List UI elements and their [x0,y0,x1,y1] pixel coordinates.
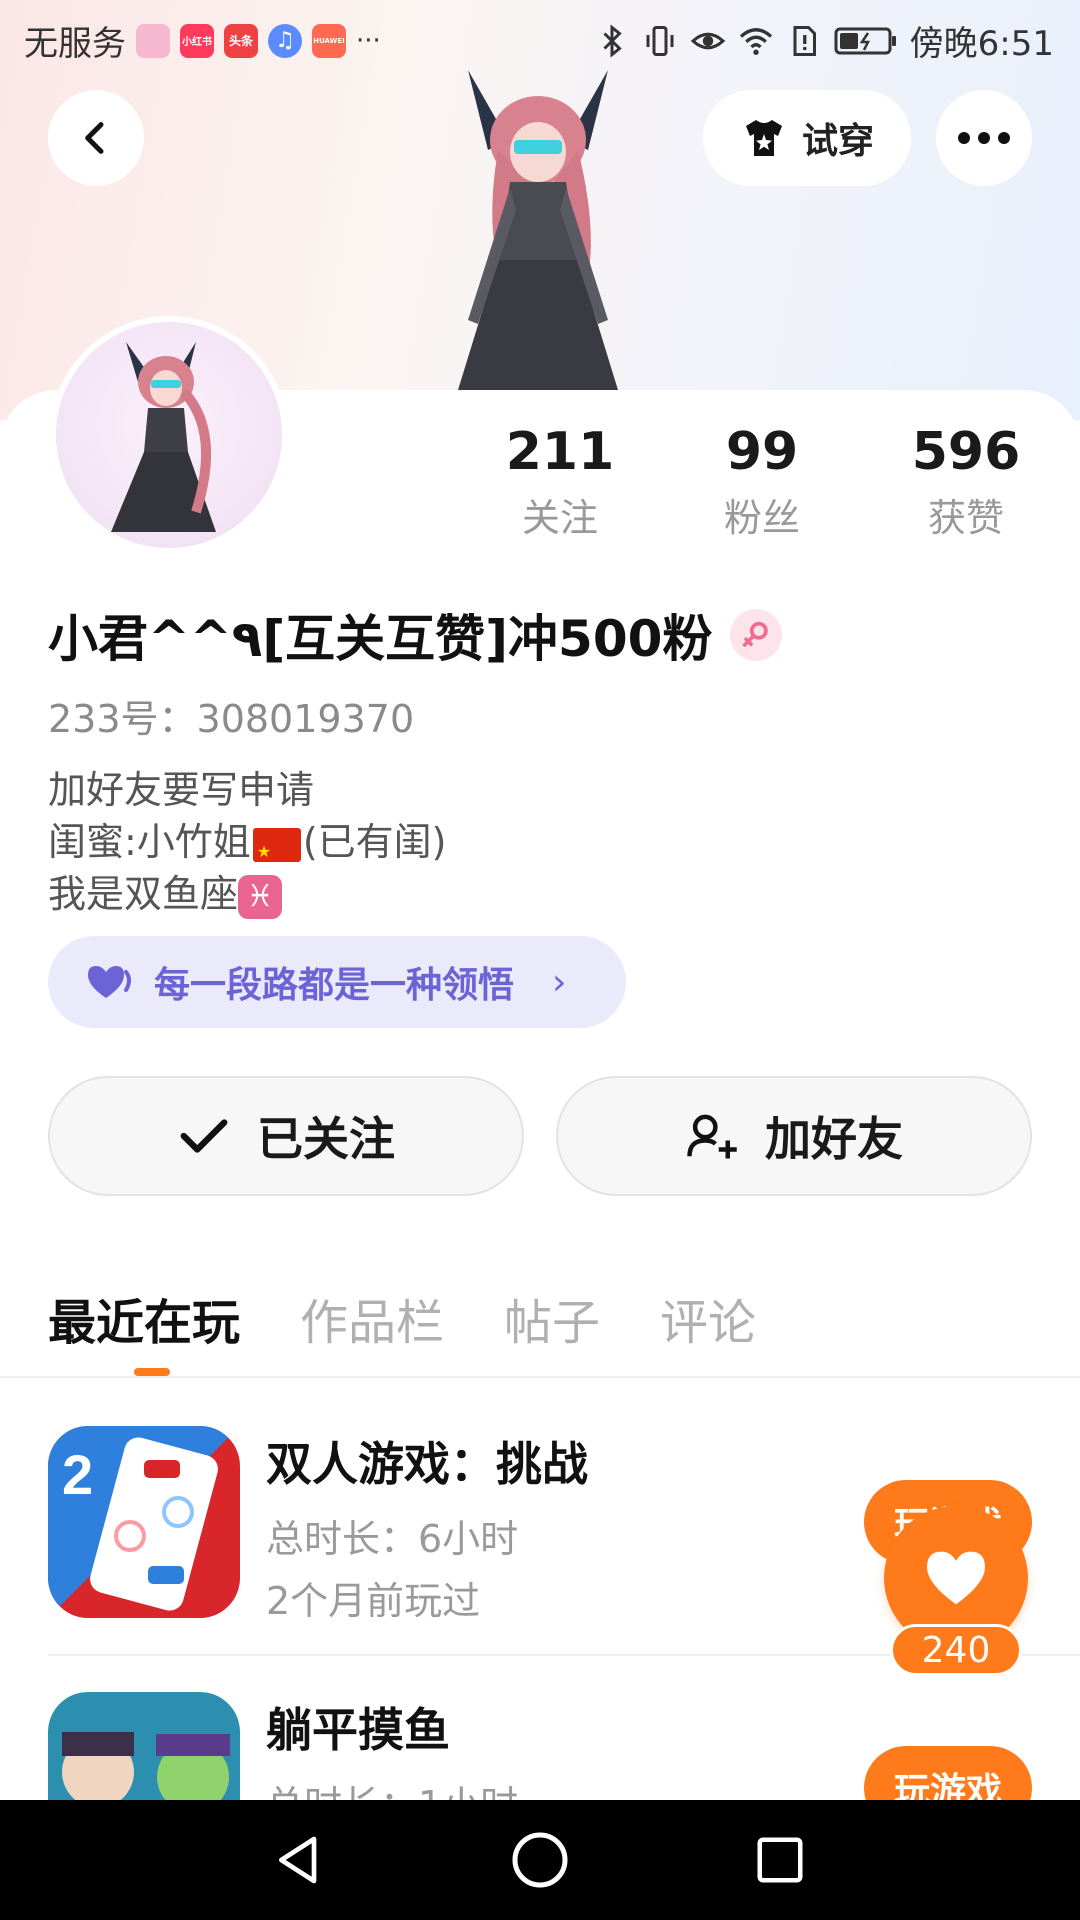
svg-text:2: 2 [62,1443,93,1506]
xiaohongshu-icon: 小红书 [180,23,214,58]
nav-recents-button[interactable] [740,1820,820,1900]
sim-alert-icon [793,25,816,56]
followed-button[interactable]: 已关注 [48,1076,524,1196]
bio-line-2-text: 闺蜜:小竹姐 [48,820,251,864]
two-player-game-icon: 2 [48,1426,240,1618]
notification-app-icon [136,23,170,58]
carrier-text: 无服务 [24,24,126,64]
stat-following[interactable]: 211 关注 [470,420,650,548]
chevron-right-icon: › [552,961,567,1003]
tab-works[interactable]: 作品栏 [300,1283,444,1353]
square-recents-icon [757,1837,803,1883]
circle-home-icon [512,1832,568,1888]
nickname-row: 小君^^٩[互关互赞]冲500粉 [48,600,783,670]
stats-row: 211 关注 99 粉丝 596 获赞 [470,420,1050,550]
avatar[interactable] [50,316,288,554]
triangle-back-icon [279,1836,317,1884]
likes-received-count: 596 [911,422,1021,482]
stat-followers[interactable]: 99 粉丝 [672,420,852,548]
bluetooth-icon [603,23,622,58]
followers-label: 粉丝 [723,496,800,540]
bio-line-3: 我是双鱼座 ♓ [48,868,446,920]
pisces-icon: ♓ [238,874,283,919]
likes-received-label: 获赞 [927,496,1004,540]
add-friend-button[interactable]: 加好友 [556,1076,1032,1196]
game-last-played: 2个月前玩过 [266,1579,481,1623]
profile-page: 无服务 小红书 头条 ♫ HUAWEI ··· 傍晚6:51 试穿 211 关注… [0,0,1080,1920]
game-title: 双人游戏：挑战 [266,1437,588,1491]
female-icon [743,621,769,647]
bio-line-2: 闺蜜:小竹姐 (已有闺) [48,816,447,878]
bio-line-2-suffix: (已有闺) [302,820,447,864]
user-id: 233号：308019370 [48,697,415,741]
music-icon: ♫ [268,23,302,58]
like-count-badge: 240 [890,1624,1022,1676]
game-title: 躺平摸鱼 [266,1703,450,1757]
profile-tabs: 最近在玩 作品栏 帖子 评论 [48,1278,816,1358]
game-list-item[interactable]: 2 双人游戏：挑战 总时长：6小时 2个月前玩过 玩游戏 [48,1426,1032,1623]
bio-line-3-text: 我是双鱼座 [48,872,239,916]
status-bar: 无服务 小红书 头条 ♫ HUAWEI ··· 傍晚6:51 [0,0,1080,76]
vibrate-icon [646,25,674,56]
heart-icon [927,1551,985,1605]
system-nav-bar [0,1800,1080,1920]
nav-home-button[interactable] [500,1820,580,1900]
female-gender-badge [730,609,783,661]
try-on-label: 试穿 [801,121,874,162]
active-tab-indicator [134,1368,170,1376]
followed-label: 已关注 [257,1112,395,1166]
following-count: 211 [505,422,615,482]
chevron-left-icon [85,122,104,154]
more-options-button[interactable] [936,90,1032,186]
eye-comfort-icon [690,32,725,49]
back-button[interactable] [48,90,144,186]
bio-line-1: 加好友要写申请 [48,768,315,812]
add-friend-label: 加好友 [765,1112,903,1166]
motto-text: 每一段路都是一种领悟 [154,965,515,1006]
more-notifications-icon: ··· [356,25,381,56]
clock-text: 傍晚6:51 [909,24,1054,64]
status-left: 无服务 小红书 头条 ♫ HUAWEI ··· [24,16,381,65]
wifi-icon [739,27,772,55]
china-flag-icon [252,826,301,878]
tab-recently-played[interactable]: 最近在玩 [48,1283,240,1353]
huawei-icon: HUAWEI [312,23,346,58]
stat-likes[interactable]: 596 获赞 [876,420,1056,548]
nickname: 小君^^٩[互关互赞]冲500粉 [48,610,713,668]
tab-comments[interactable]: 评论 [660,1283,756,1353]
nav-back-button[interactable] [260,1820,340,1900]
heart-icon [88,966,131,998]
toutiao-icon: 头条 [224,23,258,58]
game-icon-two-player: 2 [48,1426,240,1618]
tshirt-icon [745,120,782,156]
status-right: 傍晚6:51 [594,16,1054,65]
avatar-character-image [458,70,618,390]
battery-icon [834,27,896,54]
tabs-divider [0,1376,1080,1378]
following-label: 关注 [521,496,598,540]
avatar-image [111,342,216,532]
game-duration: 总时长：6小时 [266,1517,519,1561]
try-on-button[interactable]: 试穿 [703,90,911,186]
bio: 加好友要写申请 闺蜜:小竹姐 (已有闺) 我是双鱼座♓ [48,764,446,920]
more-dots-icon [958,132,1010,144]
checkmark-icon [180,1119,228,1153]
motto-tag[interactable]: 每一段路都是一种领悟 › [48,936,626,1028]
followers-count: 99 [725,422,799,482]
tab-posts[interactable]: 帖子 [504,1283,600,1353]
add-user-icon [687,1114,737,1159]
